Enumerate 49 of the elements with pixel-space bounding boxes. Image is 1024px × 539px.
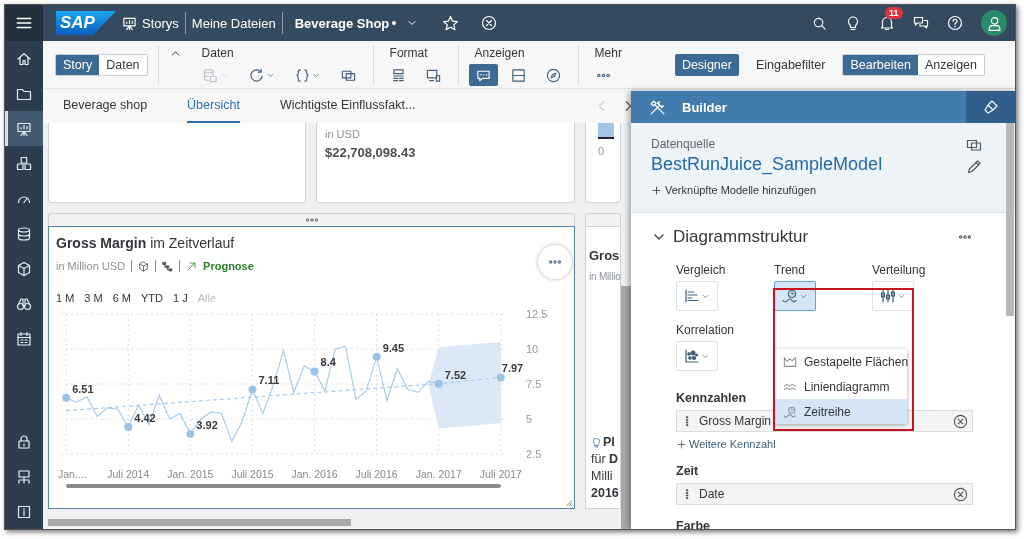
data-label: 6.51 (72, 382, 94, 395)
axis-label: 12.5 (526, 308, 548, 320)
axis-label: Juli 2017 (479, 468, 522, 480)
kpi-value: $22,708,098.43 (325, 145, 417, 160)
insight-text: 2016 (591, 485, 619, 502)
axis-label: Jan. 2016 (291, 468, 338, 480)
chart-type-label: Verteilung (872, 263, 927, 277)
axis-label: 0 (598, 145, 606, 157)
field-label: Datenquelle (651, 137, 716, 151)
feed-label: Kennzahlen (676, 391, 748, 405)
data-label: 7.52 (444, 368, 467, 381)
data-label: 7.11 (258, 374, 280, 387)
unit-label: in Million USD (56, 260, 126, 272)
group-label: Daten (200, 46, 235, 60)
axis-label: Jan. 2017 (415, 468, 462, 480)
story-title: Beverage Shop (293, 15, 390, 31)
axis-label: Juli 2014 (107, 468, 150, 480)
notification-badge: 11 (885, 7, 903, 19)
chart-type-label: Trend (774, 263, 806, 277)
panel-title: Builder (682, 99, 727, 115)
unit-label: in Millio (589, 271, 620, 282)
insight-text: Pl (603, 434, 615, 451)
insight-text: Milli (591, 468, 613, 485)
group-label: Mehr (593, 46, 622, 60)
chart-type-label: Korrelation (676, 323, 736, 337)
chart-type-label: Vergleich (676, 263, 727, 277)
data-label: 9.45 (382, 341, 405, 354)
section-title: Diagrammstruktur (673, 227, 809, 247)
chart-title: Gros (589, 248, 620, 263)
axis-label: Jan.... (58, 468, 87, 480)
data-label: 8.4 (320, 356, 336, 369)
insight-text: für D (591, 451, 619, 468)
chart-title: Gross Margin im Zeitverlauf (56, 235, 236, 251)
group-label: Anzeigen (473, 46, 526, 60)
data-label: 4.42 (134, 412, 156, 425)
data-label: 7.97 (501, 362, 524, 375)
axis-label: 7.5 (526, 378, 542, 390)
axis-label: Jan. 2015 (167, 468, 214, 480)
feed-label: Zeit (676, 464, 700, 478)
group-label: Format (388, 46, 429, 60)
field-value: Gross Margin (699, 414, 773, 428)
axis-label: Juli 2016 (355, 468, 398, 480)
axis-label: 5 (526, 413, 533, 425)
axis-label: 10 (526, 343, 539, 355)
unit-label: in USD (325, 128, 361, 140)
axis-label: Juli 2015 (231, 468, 274, 480)
field-value: Date (699, 487, 726, 501)
axis-label: 2.5 (526, 448, 542, 460)
data-label: 3.92 (196, 419, 218, 432)
